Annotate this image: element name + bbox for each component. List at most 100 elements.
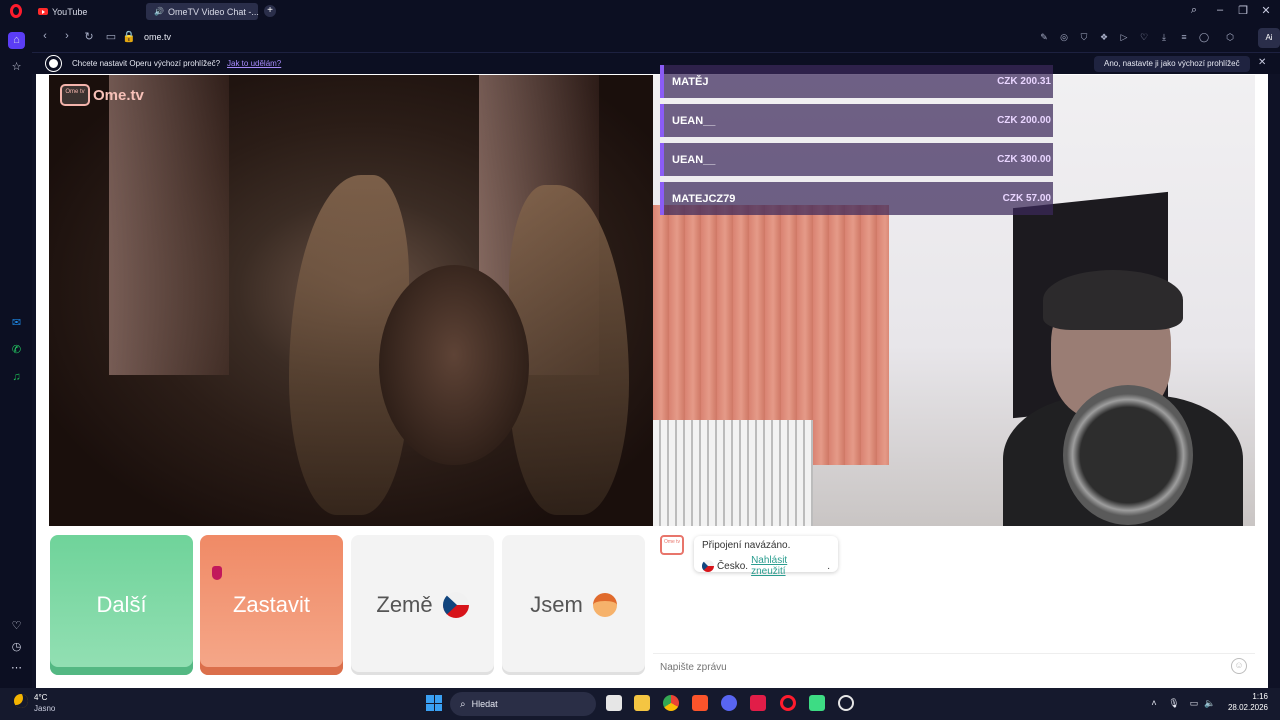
weather-description: Jasno — [34, 704, 56, 713]
country-name: Česko. — [716, 560, 749, 572]
gender-button[interactable]: Jsem — [502, 535, 645, 675]
tab-bar: YouTube 🔊 OmeTV Video Chat -... + ⌕ – ❐ … — [0, 0, 1280, 24]
tab-label: YouTube — [52, 6, 88, 17]
heart-icon[interactable]: ♡ — [8, 618, 25, 635]
infobar-howto-link[interactable]: Jak to udělám? — [227, 59, 281, 68]
messenger-icon[interactable]: ✉ — [8, 315, 25, 332]
discord-icon[interactable] — [721, 695, 737, 711]
opera-info-icon — [46, 56, 61, 71]
donation-amount: CZK 300.00 — [997, 154, 1051, 165]
tab-youtube[interactable]: YouTube — [34, 3, 91, 20]
snapshot-icon[interactable]: ▭ — [104, 30, 118, 43]
close-window-button[interactable]: ✕ — [1258, 4, 1274, 17]
brave-icon[interactable] — [692, 695, 708, 711]
opera-sidebar: ⌂ ☆ ✉ ✆ ♫ ♡ ◷ ⋯ — [0, 0, 32, 688]
app-icon[interactable] — [750, 695, 766, 711]
windows-start-icon[interactable] — [426, 695, 442, 711]
next-label: Další — [96, 592, 147, 617]
vpn-icon[interactable]: ❖ — [1098, 31, 1110, 43]
default-browser-infobar: Chcete nastavit Operu výchozí prohlížeč?… — [32, 52, 1280, 74]
infobar-question: Chcete nastavit Operu výchozí prohlížeč? — [72, 59, 221, 68]
close-infobar-icon[interactable]: ✕ — [1258, 57, 1266, 68]
minimize-button[interactable]: – — [1212, 4, 1228, 16]
donation-amount: CZK 200.31 — [997, 76, 1051, 87]
donation-amount: CZK 200.00 — [997, 115, 1051, 126]
reload-button[interactable]: ↻ — [82, 30, 96, 43]
microphone-shape — [1063, 385, 1193, 525]
task-view-icon[interactable] — [606, 695, 622, 711]
shield-icon[interactable]: ⛉ — [1078, 31, 1090, 43]
donor-name: UEAN__ — [672, 153, 716, 166]
forward-button[interactable]: › — [60, 30, 74, 42]
stop-label: Zastavit — [232, 592, 311, 617]
czech-flag-icon — [702, 560, 714, 572]
restore-button[interactable]: ❐ — [1235, 4, 1251, 17]
stop-button[interactable]: Zastavit — [200, 535, 343, 675]
connection-status: Připojení navázáno. — [702, 540, 791, 551]
face-shape — [379, 265, 529, 465]
chat-input-bar: ☺ — [653, 653, 1255, 679]
home-icon[interactable]: ⌂ — [8, 32, 25, 49]
search-label: Hledat — [471, 699, 498, 709]
emoji-icon[interactable]: ☺ — [1231, 658, 1247, 674]
set-default-button[interactable]: Ano, nastavte ji jako výchozí prohlížeč — [1094, 56, 1250, 72]
media-player-icon[interactable] — [838, 695, 854, 711]
spotify-icon[interactable]: ♫ — [8, 369, 25, 386]
network-icon[interactable]: ▭ — [1188, 697, 1200, 709]
country-button[interactable]: Země — [351, 535, 494, 675]
background-curtain — [109, 75, 229, 375]
clock-date[interactable]: 28.02.2026 — [1224, 703, 1268, 712]
camera-icon[interactable]: ◎ — [1058, 31, 1070, 43]
opera-taskbar-icon[interactable] — [780, 695, 796, 711]
report-abuse-link[interactable]: Nahlásit zneužití — [751, 555, 824, 577]
microphone-icon[interactable]: 🎙 — [1168, 697, 1180, 709]
play-icon[interactable]: ▷ — [1118, 31, 1130, 43]
mouse-cursor-icon — [212, 566, 222, 580]
download-icon[interactable]: ⤓ — [1158, 31, 1170, 43]
stranger-video — [49, 75, 653, 526]
moon-weather-icon[interactable] — [14, 694, 28, 708]
new-tab-button[interactable]: + — [264, 5, 276, 17]
search-icon: ⌕ — [460, 698, 466, 710]
logo-text: Ome.tv — [93, 86, 144, 104]
android-app-icon[interactable] — [809, 695, 825, 711]
extensions-icon[interactable]: ⬡ — [1224, 31, 1236, 43]
whatsapp-icon[interactable]: ✆ — [8, 342, 25, 359]
favorites-icon[interactable]: ♡ — [1138, 31, 1150, 43]
donation-item: MATEJCZ79 CZK 57.00 — [660, 182, 1053, 215]
donation-item: UEAN__ CZK 200.00 — [660, 104, 1053, 137]
search-tabs-icon[interactable]: ⌕ — [1186, 4, 1202, 17]
boy-icon — [592, 593, 617, 617]
next-button[interactable]: Další — [50, 535, 193, 675]
donor-name: UEAN__ — [672, 114, 716, 127]
message-input[interactable] — [660, 659, 1220, 675]
chrome-icon[interactable] — [663, 695, 679, 711]
tab-label: OmeTV Video Chat -... — [167, 6, 259, 17]
ometv-logo: Ome tv Ome.tv — [60, 84, 144, 106]
volume-icon[interactable]: 🔈 — [1204, 697, 1216, 709]
system-message: Připojení navázáno. Česko. Nahlásit zneu… — [694, 536, 838, 577]
ometv-chat-icon: Ome tv — [660, 535, 684, 555]
youtube-icon — [38, 8, 48, 15]
hair-shape — [1043, 270, 1183, 330]
pinboard-icon[interactable]: ☆ — [8, 59, 25, 76]
back-button[interactable]: ‹ — [38, 30, 52, 42]
address-bar: ‹ › ↻ ▭ 🔒 ome.tv ✎ ◎ ⛉ ❖ ▷ ♡ ⤓ ≡ ◯ ⬡ Ai — [32, 24, 1280, 52]
ai-button[interactable]: Ai — [1258, 28, 1280, 48]
history-icon[interactable]: ◷ — [8, 639, 25, 656]
profile-icon[interactable]: ◯ — [1198, 31, 1210, 43]
radiator-shape — [653, 420, 813, 526]
menu-icon[interactable]: ≡ — [1178, 31, 1190, 43]
more-icon[interactable]: ⋯ — [8, 660, 25, 677]
tab-ometv[interactable]: 🔊 OmeTV Video Chat -... — [146, 3, 259, 20]
edit-icon[interactable]: ✎ — [1038, 31, 1050, 43]
speaker-icon: 🔊 — [154, 7, 164, 16]
file-explorer-icon[interactable] — [634, 695, 650, 711]
url-field[interactable]: ome.tv — [144, 32, 171, 42]
tray-overflow-icon[interactable]: ˄ — [1148, 697, 1160, 709]
taskbar-search[interactable]: ⌕ Hledat — [450, 692, 596, 716]
country-label: Země — [376, 592, 433, 617]
clock-time[interactable]: 1:16 — [1236, 692, 1268, 701]
donation-item: UEAN__ CZK 300.00 — [660, 143, 1053, 176]
opera-logo-icon[interactable] — [10, 4, 22, 18]
